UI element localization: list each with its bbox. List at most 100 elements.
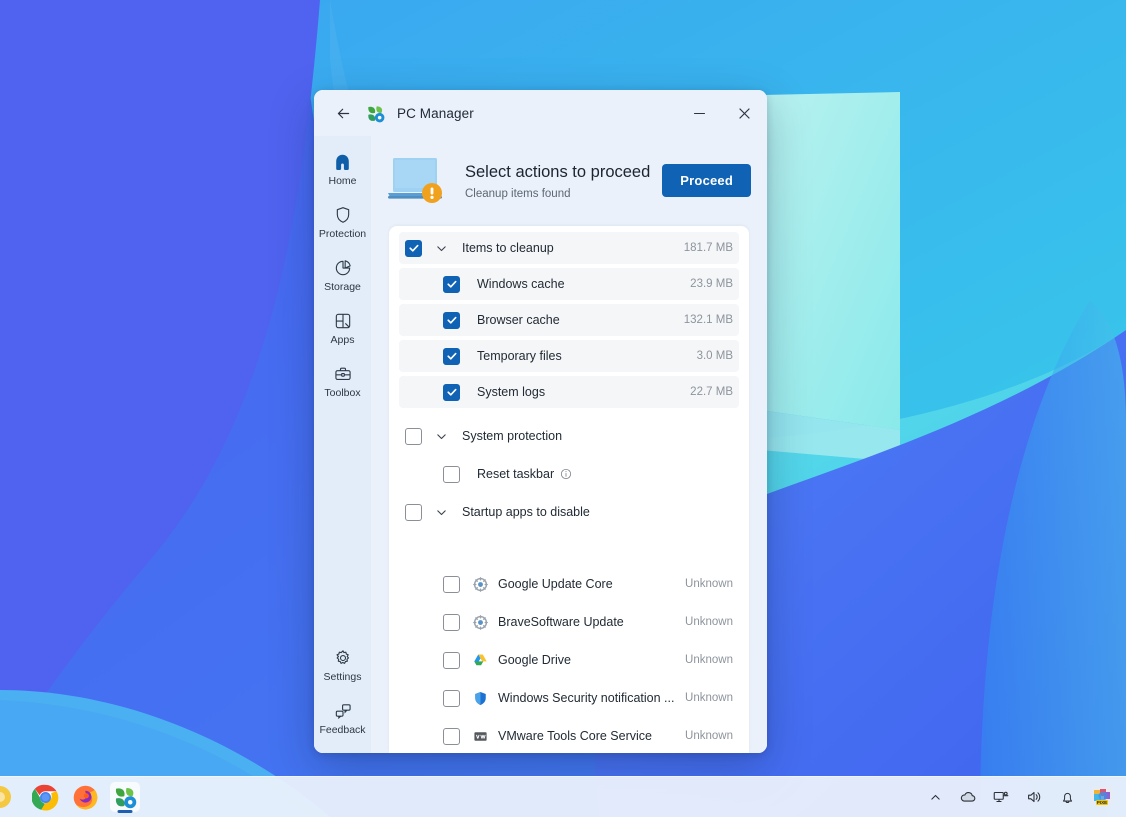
check-icon [446, 314, 458, 326]
cloud-icon[interactable] [958, 787, 978, 807]
windows-taskbar: PIXE [0, 776, 1126, 817]
cleanup-item-size: 22.7 MB [680, 386, 733, 398]
system-protection-checkbox[interactable] [405, 428, 422, 445]
sidebar-item-label: Toolbox [324, 387, 360, 399]
cleanup-item-checkbox[interactable] [443, 276, 460, 293]
actions-list: Items to cleanup 181.7 MB Windows cache … [389, 226, 749, 752]
startup-app-checkbox[interactable] [443, 614, 460, 631]
system-protection-label: System protection [462, 429, 562, 443]
startup-app-status: Unknown [675, 616, 733, 628]
content-area: Select actions to proceed Cleanup items … [371, 136, 767, 753]
color-app-icon[interactable]: PIXE [1090, 785, 1114, 809]
close-button[interactable] [722, 90, 767, 136]
cleanup-item-size: 3.0 MB [687, 350, 733, 362]
window-titlebar: PC Manager [314, 90, 767, 136]
check-icon [446, 278, 458, 290]
apps-grid-icon [333, 310, 353, 332]
cleanup-item-checkbox[interactable] [443, 384, 460, 401]
sidebar-item-apps[interactable]: Apps [318, 303, 368, 351]
cleanup-group-size: 181.7 MB [674, 242, 733, 254]
chevron-down-icon[interactable] [430, 430, 452, 443]
chevron-up-icon[interactable] [925, 787, 945, 807]
startup-group-row[interactable]: Startup apps to disable [399, 496, 739, 528]
svg-text:PIXE: PIXE [1097, 800, 1107, 805]
pie-chart-icon [333, 257, 353, 279]
feedback-icon [333, 700, 353, 722]
sidebar-item-label: Feedback [319, 724, 365, 736]
back-arrow-icon [335, 105, 352, 122]
hero-title: Select actions to proceed [465, 161, 655, 183]
taskbar-partial-app-icon[interactable] [0, 782, 20, 812]
startup-app-status: Unknown [675, 654, 733, 666]
cleanup-item-row[interactable]: Browser cache 132.1 MB [399, 304, 739, 336]
cleanup-group-label: Items to cleanup [462, 241, 554, 255]
proceed-button[interactable]: Proceed [662, 164, 751, 197]
notification-bell-icon[interactable] [1057, 787, 1077, 807]
startup-app-checkbox[interactable] [443, 690, 460, 707]
startup-apps-list: Google Update Core Unknown [389, 568, 749, 752]
sidebar-item-feedback[interactable]: Feedback [318, 693, 368, 741]
sidebar-item-home[interactable]: Home [318, 144, 368, 192]
startup-app-label: Google Update Core [498, 577, 613, 591]
system-protection-group-row[interactable]: System protection [399, 420, 739, 452]
sidebar-item-settings[interactable]: Settings [318, 640, 368, 688]
taskbar-pc-manager[interactable] [110, 782, 140, 812]
cleanup-item-label: System logs [477, 385, 545, 399]
cleanup-item-label: Temporary files [477, 349, 562, 363]
chevron-down-icon[interactable] [430, 506, 452, 519]
cleanup-group-row[interactable]: Items to cleanup 181.7 MB [399, 232, 739, 264]
startup-app-row[interactable]: Google Drive Unknown [399, 644, 739, 676]
gear-icon [333, 647, 353, 669]
home-icon [332, 151, 353, 173]
reset-taskbar-row[interactable]: Reset taskbar [399, 458, 739, 490]
windows-security-icon [472, 690, 488, 706]
hero-header: Select actions to proceed Cleanup items … [371, 136, 767, 226]
cleanup-item-checkbox[interactable] [443, 348, 460, 365]
actions-card: Items to cleanup 181.7 MB Windows cache … [389, 226, 749, 753]
google-update-icon [472, 614, 488, 630]
toolbox-icon [333, 363, 353, 385]
cleanup-item-checkbox[interactable] [443, 312, 460, 329]
pc-manager-logo [366, 104, 385, 123]
reset-taskbar-checkbox[interactable] [443, 466, 460, 483]
window-title: PC Manager [397, 106, 474, 121]
cleanup-item-row[interactable]: System logs 22.7 MB [399, 376, 739, 408]
sidebar-item-toolbox[interactable]: Toolbox [318, 356, 368, 404]
startup-app-status: Unknown [675, 730, 733, 742]
minimize-icon [693, 107, 706, 120]
sidebar-item-storage[interactable]: Storage [318, 250, 368, 298]
startup-app-checkbox[interactable] [443, 576, 460, 593]
startup-app-checkbox[interactable] [443, 652, 460, 669]
window-controls [677, 90, 767, 136]
cleanup-item-row[interactable]: Windows cache 23.9 MB [399, 268, 739, 300]
sidebar-item-label: Settings [324, 671, 362, 683]
hero-text: Select actions to proceed Cleanup items … [465, 161, 662, 200]
taskbar-firefox[interactable] [70, 782, 100, 812]
shield-icon [333, 204, 353, 226]
sidebar-item-label: Home [328, 175, 356, 187]
back-button[interactable] [326, 98, 360, 128]
startup-app-row[interactable]: BraveSoftware Update Unknown [399, 606, 739, 638]
sidebar-item-label: Storage [324, 281, 361, 293]
color-app-glyph: PIXE [1090, 785, 1114, 809]
info-circle-icon[interactable] [560, 468, 572, 480]
chevron-down-icon[interactable] [430, 242, 452, 255]
startup-app-row[interactable]: VMware Tools Core Service Unknown [399, 720, 739, 752]
taskbar-chrome[interactable] [30, 782, 60, 812]
reset-taskbar-label: Reset taskbar [477, 467, 554, 481]
startup-app-row[interactable]: Google Update Core Unknown [399, 568, 739, 600]
startup-group-checkbox[interactable] [405, 504, 422, 521]
network-icon[interactable] [991, 787, 1011, 807]
cleanup-item-row[interactable]: Temporary files 3.0 MB [399, 340, 739, 372]
sidebar-item-protection[interactable]: Protection [318, 197, 368, 245]
startup-app-row[interactable]: Windows Security notification ... Unknow… [399, 682, 739, 714]
minimize-button[interactable] [677, 90, 722, 136]
partial-app-icon [0, 784, 18, 810]
firefox-icon [72, 784, 99, 811]
sidebar-item-label: Apps [331, 334, 355, 346]
cleanup-group-checkbox[interactable] [405, 240, 422, 257]
volume-icon[interactable] [1024, 787, 1044, 807]
startup-app-checkbox[interactable] [443, 728, 460, 745]
startup-group-label: Startup apps to disable [462, 505, 590, 519]
system-tray: PIXE [925, 785, 1126, 809]
